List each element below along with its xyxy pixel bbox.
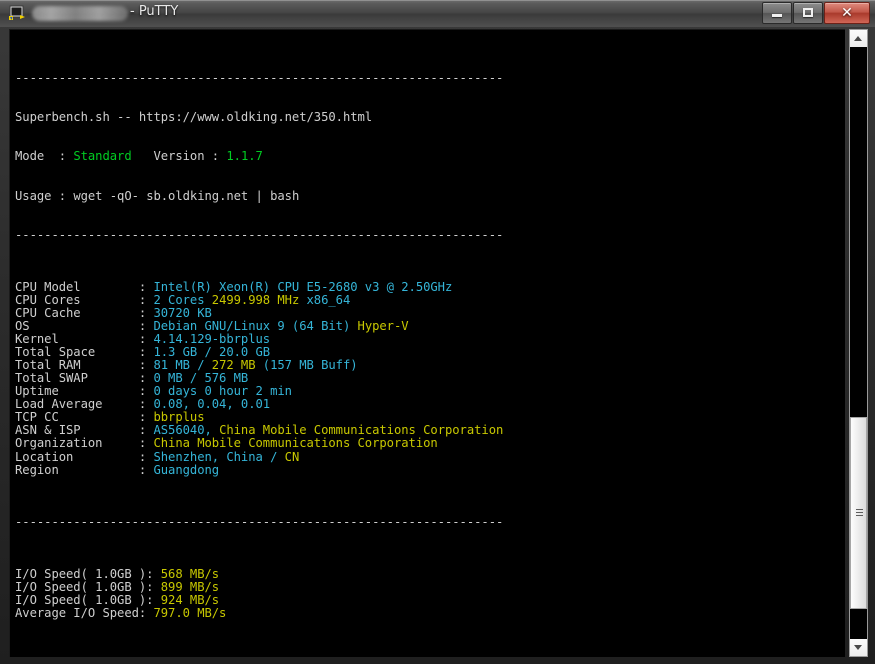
- sysinfo-label: CPU Cache :: [15, 305, 154, 320]
- chevron-up-icon: [854, 36, 862, 41]
- io-value: 899 MB/s: [160, 579, 220, 594]
- sysinfo-value: bbrplus: [153, 410, 205, 425]
- sysinfo-label: Uptime :: [15, 384, 154, 399]
- window-title: - PuTTY: [130, 4, 179, 19]
- vertical-scrollbar[interactable]: [849, 29, 868, 657]
- redacted-hostname: [32, 6, 128, 21]
- sysinfo-value-accent: Hyper-V: [357, 319, 409, 334]
- sysinfo-value: 1.3 GB / 20.0 GB: [153, 345, 271, 360]
- io-block: I/O Speed( 1.0GB ): 568 MB/s I/O Speed( 1…: [15, 566, 843, 620]
- separator-line: ----------------------------------------…: [15, 71, 504, 86]
- io-value: 797.0 MB/s: [153, 606, 227, 621]
- sysinfo-value-accent: China Mobile Communications Corporation: [219, 423, 504, 438]
- io-label: Average I/O Speed:: [15, 606, 154, 621]
- putty-window: - PuTTY ✕ ------------------------------…: [0, 0, 875, 664]
- minimize-button[interactable]: [762, 2, 792, 24]
- sysinfo-value: Guangdong: [153, 462, 220, 477]
- sysinfo-value: 4.14.129-bbrplus: [153, 332, 271, 347]
- terminal-frame[interactable]: ----------------------------------------…: [9, 29, 845, 657]
- io-label: I/O Speed( 1.0GB ):: [15, 593, 161, 608]
- sysinfo-label: OS :: [15, 319, 154, 334]
- title-bar[interactable]: - PuTTY ✕: [0, 0, 875, 27]
- io-row: Average I/O Speed: 797.0 MB/s: [15, 607, 843, 620]
- restore-icon: [803, 8, 813, 17]
- putty-icon: [9, 5, 25, 20]
- sysinfo-value: Intel(R) Xeon(R) CPU E5-2680 v3 @ 2.50GH…: [153, 279, 453, 294]
- scrollbar-track[interactable]: [850, 47, 867, 639]
- chevron-down-icon: [854, 645, 862, 650]
- separator-line: ----------------------------------------…: [15, 514, 504, 529]
- sysinfo-value: 0 MB / 576 MB: [153, 371, 249, 386]
- scrollbar-thumb[interactable]: [850, 417, 867, 609]
- window-controls: ✕: [762, 2, 870, 24]
- io-label: I/O Speed( 1.0GB ):: [15, 579, 161, 594]
- sysinfo-label: ASN & ISP :: [15, 423, 154, 438]
- scroll-down-button[interactable]: [850, 639, 867, 656]
- grip-icon: [856, 509, 863, 517]
- scroll-up-button[interactable]: [850, 30, 867, 47]
- sysinfo-value: Debian GNU/Linux 9 (64 Bit): [153, 319, 358, 334]
- sysinfo-value: 0.08, 0.04, 0.01: [153, 397, 271, 412]
- sysinfo-value-accent: 2499.998 MHz: [211, 292, 300, 307]
- sysinfo-label: Organization :: [15, 436, 154, 451]
- minimize-icon: [772, 14, 782, 17]
- sysinfo-label: Total Space :: [15, 345, 154, 360]
- sysinfo-label: Load Average :: [15, 397, 154, 412]
- sysinfo-value: 81 MB /: [153, 358, 212, 373]
- sysinfo-label: TCP CC :: [15, 410, 154, 425]
- sysinfo-label: CPU Model :: [15, 279, 154, 294]
- sysinfo-value: AS56040,: [153, 423, 220, 438]
- sysinfo-value-tail: x86_64: [299, 292, 351, 307]
- sysinfo-value: 2 Cores: [153, 292, 212, 307]
- usage-line: Usage : wget -qO- sb.oldking.net | bash: [15, 188, 300, 203]
- close-button[interactable]: ✕: [824, 2, 870, 24]
- sysinfo-value: 0 days 0 hour 2 min: [153, 384, 292, 399]
- close-icon: ✕: [841, 5, 853, 21]
- script-title-line: Superbench.sh -- https://www.oldking.net…: [15, 110, 373, 125]
- io-value: 568 MB/s: [160, 566, 220, 581]
- sysinfo-value-tail: (157 MB Buff): [255, 358, 358, 373]
- mode-version-line: Mode : Standard Version : 1.1.7: [15, 149, 263, 164]
- sysinfo-label: Location :: [15, 449, 154, 464]
- sysinfo-value-accent: CN: [284, 449, 300, 464]
- sysinfo-label: Kernel :: [15, 332, 154, 347]
- sysinfo-label: CPU Cores :: [15, 292, 154, 307]
- sysinfo-label: Region :: [15, 462, 154, 477]
- io-value: 924 MB/s: [160, 593, 220, 608]
- sysinfo-value: 30720 KB: [153, 305, 212, 320]
- separator-line: ----------------------------------------…: [15, 227, 504, 242]
- sysinfo-value: Shenzhen, China /: [153, 449, 285, 464]
- sysinfo-value-accent: 272 MB: [211, 358, 256, 373]
- sysinfo-value: China Mobile Communications Corporation: [153, 436, 438, 451]
- sysinfo-row: Region : Guangdong: [15, 462, 843, 477]
- sysinfo-label: Total SWAP :: [15, 371, 154, 386]
- terminal-output: ----------------------------------------…: [15, 33, 843, 655]
- sysinfo-label: Total RAM :: [15, 358, 154, 373]
- sysinfo-block: CPU Model : Intel(R) Xeon(R) CPU E5-2680…: [15, 279, 843, 477]
- io-label: I/O Speed( 1.0GB ):: [15, 566, 161, 581]
- maximize-button[interactable]: [793, 2, 823, 24]
